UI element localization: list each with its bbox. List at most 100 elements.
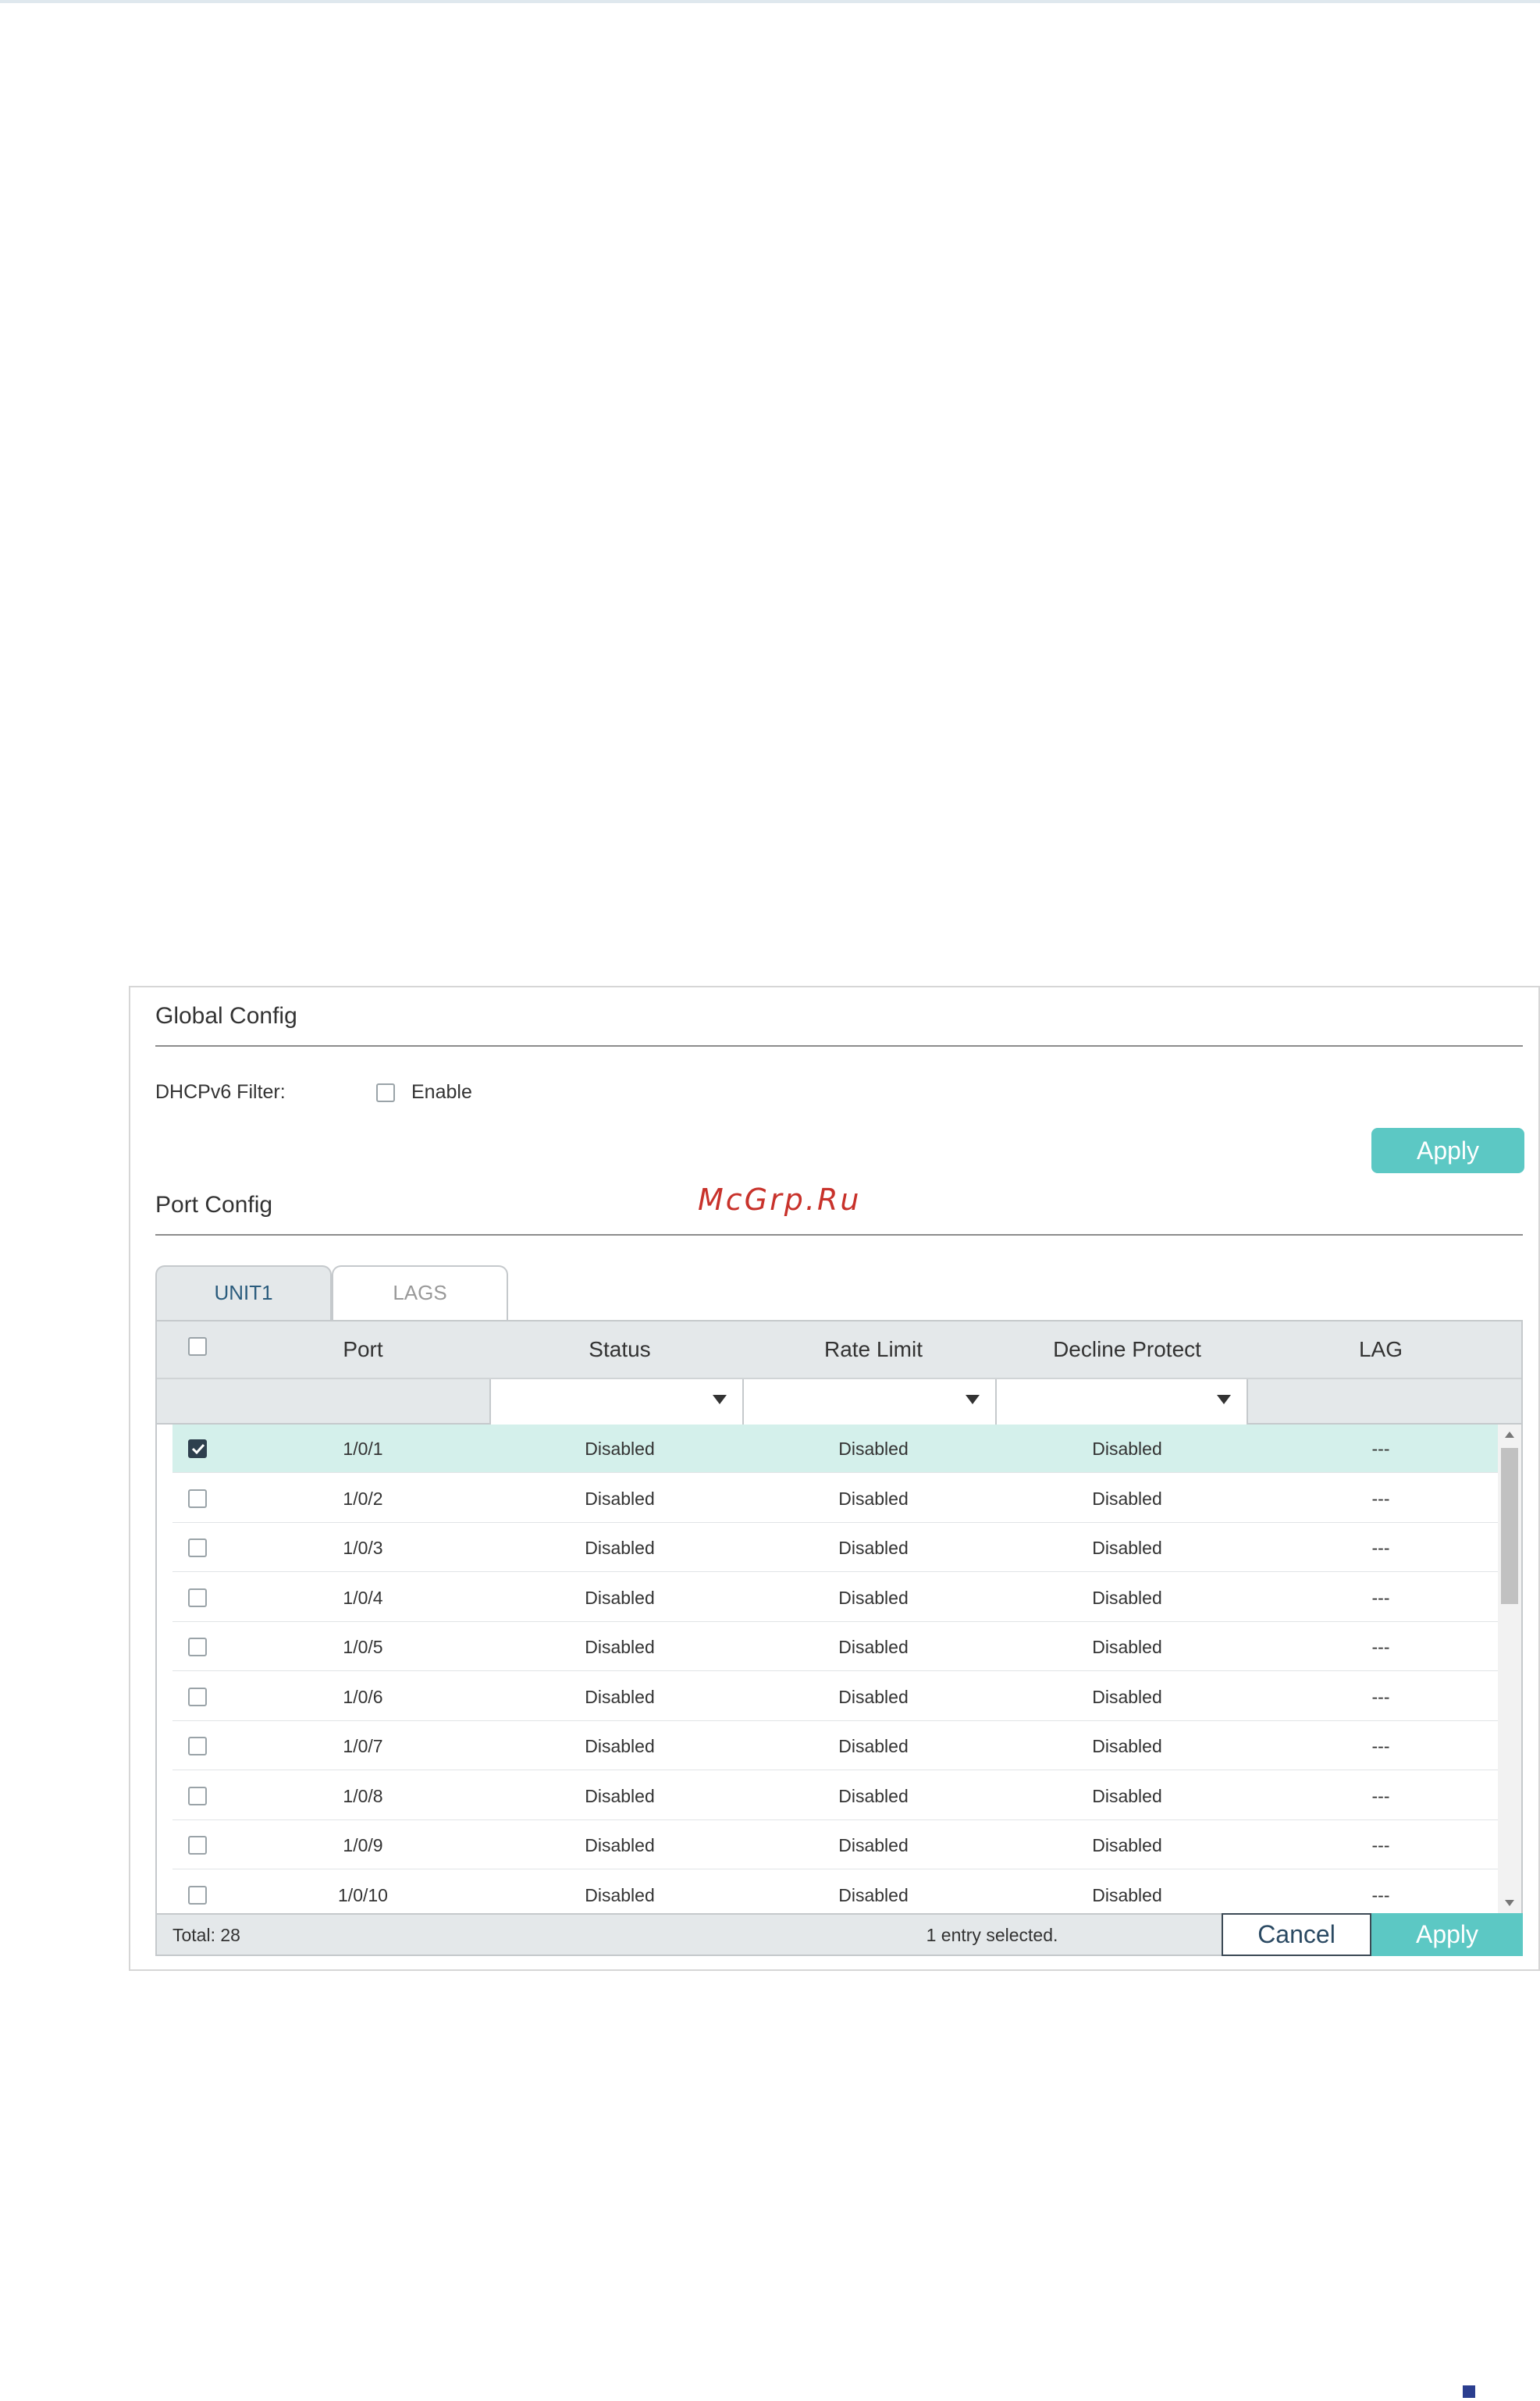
global-config-title: Global Config xyxy=(155,1003,297,1029)
table-row[interactable]: 1/0/2 Disabled Disabled Disabled --- xyxy=(172,1474,1498,1523)
status-cell: Disabled xyxy=(585,1538,655,1558)
port-cell: 1/0/10 xyxy=(338,1884,388,1905)
status-cell: Disabled xyxy=(585,1884,655,1905)
table-row[interactable]: 1/0/5 Disabled Disabled Disabled --- xyxy=(172,1623,1498,1671)
select-all-checkbox[interactable] xyxy=(188,1337,207,1356)
lag-cell: --- xyxy=(1371,1884,1390,1905)
port-cell: 1/0/2 xyxy=(343,1488,383,1509)
top-border xyxy=(0,0,1540,3)
row-checkbox[interactable] xyxy=(188,1836,207,1855)
status-cell: Disabled xyxy=(585,1736,655,1756)
decline-protect-cell: Disabled xyxy=(1092,1785,1162,1806)
scroll-up-icon[interactable] xyxy=(1505,1432,1514,1438)
decline-protect-cell: Disabled xyxy=(1092,1686,1162,1707)
port-cell: 1/0/8 xyxy=(343,1785,383,1806)
row-checkbox[interactable] xyxy=(188,1737,207,1755)
status-cell: Disabled xyxy=(585,1439,655,1459)
row-checkbox[interactable] xyxy=(188,1538,207,1557)
column-header-port: Port xyxy=(343,1337,383,1361)
port-cell: 1/0/7 xyxy=(343,1736,383,1756)
chevron-down-icon xyxy=(1217,1395,1231,1404)
column-header-rate-limit: Rate Limit xyxy=(823,1337,923,1361)
port-config-divider xyxy=(155,1234,1523,1236)
table-row[interactable]: 1/0/8 Disabled Disabled Disabled --- xyxy=(172,1772,1498,1820)
decline-protect-cell: Disabled xyxy=(1092,1736,1162,1756)
scrollbar-thumb[interactable] xyxy=(1501,1448,1518,1604)
rate-limit-cell: Disabled xyxy=(838,1686,909,1707)
rate-limit-cell: Disabled xyxy=(838,1538,909,1558)
table-body: 1/0/1 Disabled Disabled Disabled --- 1/0/2 Dis… xyxy=(172,1425,1498,1913)
status-cell: Disabled xyxy=(585,1637,655,1657)
rate-limit-cell: Disabled xyxy=(838,1439,909,1459)
port-config-title: Port Config xyxy=(155,1192,273,1218)
rate-limit-cell: Disabled xyxy=(838,1835,909,1855)
decline-protect-cell: Disabled xyxy=(1092,1538,1162,1558)
row-checkbox[interactable] xyxy=(188,1885,207,1905)
watermark-text: McGrp.Ru xyxy=(698,1183,862,1217)
rate-limit-cell: Disabled xyxy=(838,1736,909,1756)
row-checkbox[interactable] xyxy=(188,1588,207,1607)
row-checkbox[interactable] xyxy=(188,1489,207,1508)
row-checkbox[interactable] xyxy=(188,1786,207,1805)
enable-label: Enable xyxy=(411,1081,472,1103)
column-header-decline-protect: Decline Protect xyxy=(1053,1337,1201,1361)
chevron-down-icon xyxy=(713,1395,727,1404)
rate-limit-cell: Disabled xyxy=(838,1637,909,1657)
decline-protect-cell: Disabled xyxy=(1092,1835,1162,1855)
table-row[interactable]: 1/0/1 Disabled Disabled Disabled --- xyxy=(172,1425,1498,1473)
table-row[interactable]: 1/0/4 Disabled Disabled Disabled --- xyxy=(172,1574,1498,1622)
port-cell: 1/0/5 xyxy=(343,1637,383,1657)
table-header: Port Status Rate Limit Decline Protect L… xyxy=(157,1321,1521,1378)
table-scrollbar[interactable] xyxy=(1498,1425,1521,1913)
cancel-button[interactable]: Cancel xyxy=(1222,1913,1371,1956)
row-checkbox[interactable] xyxy=(188,1638,207,1656)
lag-cell: --- xyxy=(1371,1686,1390,1707)
table-row[interactable]: 1/0/7 Disabled Disabled Disabled --- xyxy=(172,1722,1498,1770)
decline-protect-cell: Disabled xyxy=(1092,1439,1162,1459)
lag-cell: --- xyxy=(1371,1538,1390,1558)
decline-protect-filter-select[interactable] xyxy=(995,1379,1248,1425)
rate-limit-cell: Disabled xyxy=(838,1785,909,1806)
table-row[interactable]: 1/0/9 Disabled Disabled Disabled --- xyxy=(172,1821,1498,1869)
total-count: Total: 28 xyxy=(172,1925,240,1945)
port-cell: 1/0/9 xyxy=(343,1835,383,1855)
lag-cell: --- xyxy=(1371,1587,1390,1608)
rate-limit-cell: Disabled xyxy=(838,1587,909,1608)
table-row[interactable]: 1/0/3 Disabled Disabled Disabled --- xyxy=(172,1524,1498,1572)
lag-cell: --- xyxy=(1371,1835,1390,1855)
lag-cell: --- xyxy=(1371,1736,1390,1756)
port-cell: 1/0/4 xyxy=(343,1587,383,1608)
check-icon xyxy=(191,1443,205,1454)
decline-protect-cell: Disabled xyxy=(1092,1488,1162,1509)
enable-checkbox[interactable] xyxy=(376,1083,395,1102)
selection-status: 1 entry selected. xyxy=(926,1925,1058,1945)
status-cell: Disabled xyxy=(585,1785,655,1806)
tab-lags[interactable]: LAGS xyxy=(332,1265,508,1320)
chevron-down-icon xyxy=(966,1395,980,1404)
decline-protect-cell: Disabled xyxy=(1092,1884,1162,1905)
rate-limit-cell: Disabled xyxy=(838,1884,909,1905)
rate-limit-filter-select[interactable] xyxy=(742,1379,995,1425)
status-cell: Disabled xyxy=(585,1686,655,1707)
port-apply-button[interactable]: Apply xyxy=(1371,1913,1523,1956)
lag-cell: --- xyxy=(1371,1637,1390,1657)
port-cell: 1/0/6 xyxy=(343,1686,383,1707)
scroll-down-icon[interactable] xyxy=(1505,1900,1514,1906)
tab-unit1[interactable]: UNIT1 xyxy=(155,1265,332,1320)
port-cell: 1/0/3 xyxy=(343,1538,383,1558)
table-row[interactable]: 1/0/10 Disabled Disabled Disabled --- xyxy=(172,1871,1498,1914)
filter-row xyxy=(157,1378,1521,1425)
dhcpv6-filter-panel: Global Config DHCPv6 Filter: Enable Appl… xyxy=(129,986,1540,1971)
status-filter-select[interactable] xyxy=(489,1379,742,1425)
column-header-status: Status xyxy=(589,1337,651,1361)
global-apply-button[interactable]: Apply xyxy=(1371,1128,1524,1173)
lag-cell: --- xyxy=(1371,1785,1390,1806)
status-cell: Disabled xyxy=(585,1587,655,1608)
lag-cell: --- xyxy=(1371,1439,1390,1459)
port-cell: 1/0/1 xyxy=(343,1439,383,1459)
rate-limit-cell: Disabled xyxy=(838,1488,909,1509)
row-checkbox[interactable] xyxy=(188,1687,207,1706)
table-row[interactable]: 1/0/6 Disabled Disabled Disabled --- xyxy=(172,1673,1498,1721)
status-cell: Disabled xyxy=(585,1488,655,1509)
row-checkbox[interactable] xyxy=(188,1439,207,1458)
